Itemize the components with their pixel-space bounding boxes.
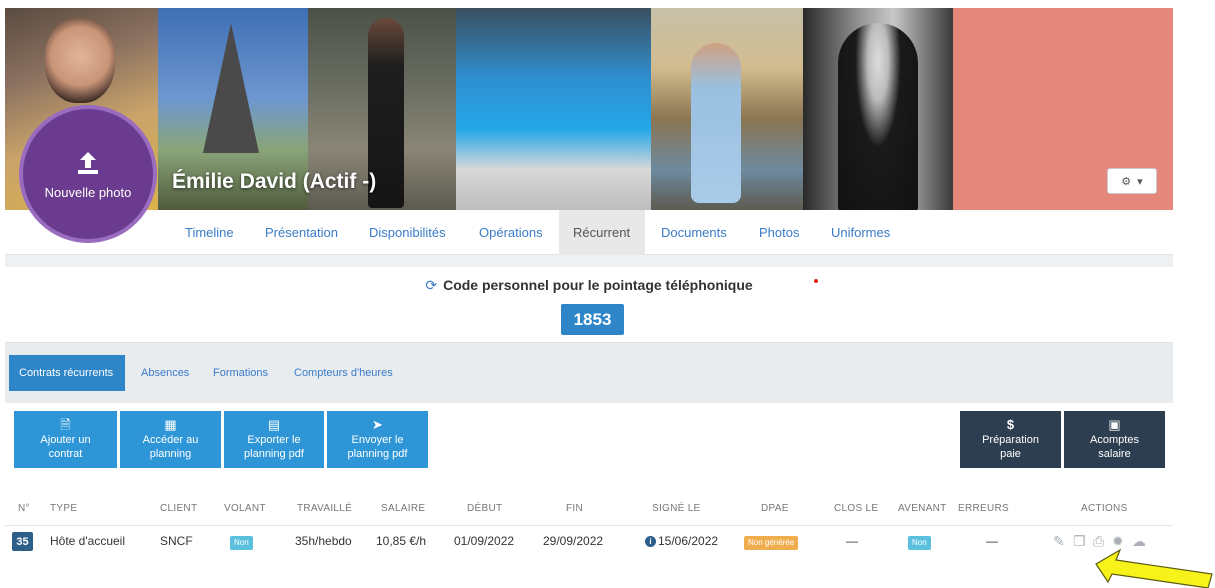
new-photo-button[interactable]: Nouvelle photo xyxy=(19,105,157,243)
phone-code-value: 1853 xyxy=(561,304,624,335)
payroll-prep-button[interactable]: $ Préparation paie xyxy=(960,411,1061,468)
col-header-clos-le: CLOS LE xyxy=(834,503,879,514)
copy-icon[interactable]: ❐ xyxy=(1073,533,1086,550)
col-header-signe-le: SIGNÉ LE xyxy=(652,503,701,514)
tab-disponibilites[interactable]: Disponibilités xyxy=(355,210,460,255)
col-header-debut: DÉBUT xyxy=(467,503,503,514)
cell-signe-le: i 15/06/2022 xyxy=(645,534,718,548)
cover-photo-4 xyxy=(456,8,651,210)
cover-photo-5 xyxy=(651,8,803,210)
tab-recurrent[interactable]: Récurrent xyxy=(559,210,645,255)
subtab-formations[interactable]: Formations xyxy=(203,355,278,391)
sub-tabs: Contrats récurrents Absences Formations … xyxy=(5,343,1173,403)
cell-dpae-badge: Non générée xyxy=(744,536,799,550)
add-contract-button[interactable]: 🗎 Ajouter un contrat xyxy=(14,411,117,468)
contracts-table: N° TYPE CLIENT VOLANT TRAVAILLÉ SALAIRE … xyxy=(5,475,1173,588)
file-icon: 🗎 xyxy=(60,417,71,432)
refresh-icon[interactable]: ⟳ xyxy=(425,277,437,293)
cell-erreurs: — xyxy=(986,534,998,548)
open-planning-label-2: planning xyxy=(149,448,192,460)
subtab-contrats-recurrents[interactable]: Contrats récurrents xyxy=(9,355,125,391)
tab-presentation[interactable]: Présentation xyxy=(251,210,352,255)
contract-number-badge[interactable]: 35 xyxy=(12,532,33,551)
col-header-num: N° xyxy=(18,503,30,514)
add-contract-label-1: Ajouter un xyxy=(40,434,91,446)
export-pdf-label-2: planning pdf xyxy=(244,448,304,460)
phone-code-panel: ⟳ Code personnel pour le pointage télépho… xyxy=(5,267,1173,343)
calendar-icon: ▦ xyxy=(164,417,177,432)
col-header-erreurs: ERREURS xyxy=(958,503,1009,514)
page: Nouvelle photo Émilie David (Actif -) ⚙ … xyxy=(0,0,1215,588)
open-planning-button[interactable]: ▦ Accéder au planning xyxy=(120,411,221,468)
table-row: 35 Hôte d'accueil SNCF Non 35h/hebdo 10,… xyxy=(5,525,1173,555)
annotation-arrow xyxy=(1095,548,1213,588)
tab-timeline[interactable]: Timeline xyxy=(171,210,248,255)
cell-avenant-badge: Non xyxy=(908,536,931,550)
cell-volant-badge: Non xyxy=(230,536,253,550)
tab-operations[interactable]: Opérations xyxy=(465,210,557,255)
profile-tabs: Timeline Présentation Disponibilités Opé… xyxy=(5,210,1173,255)
money-icon: ▣ xyxy=(1108,417,1121,432)
send-pdf-button[interactable]: ➤ Envoyer le planning pdf xyxy=(327,411,428,468)
tab-uniformes[interactable]: Uniformes xyxy=(817,210,904,255)
profile-name: Émilie David (Actif -) xyxy=(172,170,377,193)
col-header-type: TYPE xyxy=(50,503,78,514)
pdf-icon: ▤ xyxy=(267,417,281,432)
gears-icon: ⚙ xyxy=(1121,175,1132,188)
cell-signe-le-value: 15/06/2022 xyxy=(658,534,719,548)
send-pdf-label-2: planning pdf xyxy=(347,448,408,460)
subtab-absences[interactable]: Absences xyxy=(131,355,199,391)
new-photo-label: Nouvelle photo xyxy=(44,184,132,200)
upload-icon xyxy=(74,149,102,177)
open-planning-label-1: Accéder au xyxy=(142,434,199,446)
cell-salaire: 10,85 €/h xyxy=(376,534,427,548)
col-header-client: CLIENT xyxy=(160,503,198,514)
col-header-fin: FIN xyxy=(566,503,584,514)
tab-documents[interactable]: Documents xyxy=(647,210,741,255)
pencil-icon[interactable]: ✎ xyxy=(1053,533,1065,550)
col-header-actions: ACTIONS xyxy=(1081,503,1128,514)
export-pdf-label-1: Exporter le xyxy=(247,434,301,446)
col-header-volant: VOLANT xyxy=(224,503,266,514)
col-header-avenant: AVENANT xyxy=(898,503,947,514)
salary-advances-button[interactable]: ▣ Acomptes salaire xyxy=(1064,411,1165,468)
phone-code-title: ⟳ Code personnel pour le pointage télépho… xyxy=(5,277,1173,294)
col-header-salaire: SALAIRE xyxy=(381,503,426,514)
cell-type: Hôte d'accueil xyxy=(50,534,125,548)
phone-code-title-text: Code personnel pour le pointage téléphon… xyxy=(443,277,753,293)
separator xyxy=(5,255,1173,267)
settings-dropdown-button[interactable]: ⚙ ▾ xyxy=(1107,168,1157,194)
send-pdf-label-1: Envoyer le xyxy=(351,434,404,446)
cell-travaille: 35h/hebdo xyxy=(295,534,352,548)
add-contract-label-2: contrat xyxy=(48,448,83,460)
info-icon[interactable]: i xyxy=(645,536,656,547)
export-pdf-button[interactable]: ▤ Exporter le planning pdf xyxy=(224,411,324,468)
tab-photos[interactable]: Photos xyxy=(745,210,813,255)
payroll-prep-label-1: Préparation xyxy=(982,434,1039,446)
cover-photo-6 xyxy=(803,8,953,210)
cell-fin: 29/09/2022 xyxy=(543,534,604,548)
dollar-icon: $ xyxy=(1006,417,1015,432)
subtab-compteurs-heures[interactable]: Compteurs d'heures xyxy=(284,355,403,391)
col-header-travaille: TRAVAILLÉ xyxy=(297,503,353,514)
salary-advances-label-2: salaire xyxy=(1098,448,1131,460)
cell-clos-le: — xyxy=(846,534,858,548)
cell-debut: 01/09/2022 xyxy=(454,534,515,548)
payroll-prep-label-2: paie xyxy=(1000,448,1021,460)
chevron-down-icon: ▾ xyxy=(1137,175,1143,188)
indicator-dot xyxy=(814,279,818,283)
salary-advances-label-1: Acomptes xyxy=(1090,434,1139,446)
col-header-dpae: DPAE xyxy=(761,503,789,514)
paper-plane-icon: ➤ xyxy=(372,417,383,432)
contract-actions-bar: 🗎 Ajouter un contrat ▦ Accéder au planni… xyxy=(5,403,1173,475)
cell-client: SNCF xyxy=(160,534,193,548)
